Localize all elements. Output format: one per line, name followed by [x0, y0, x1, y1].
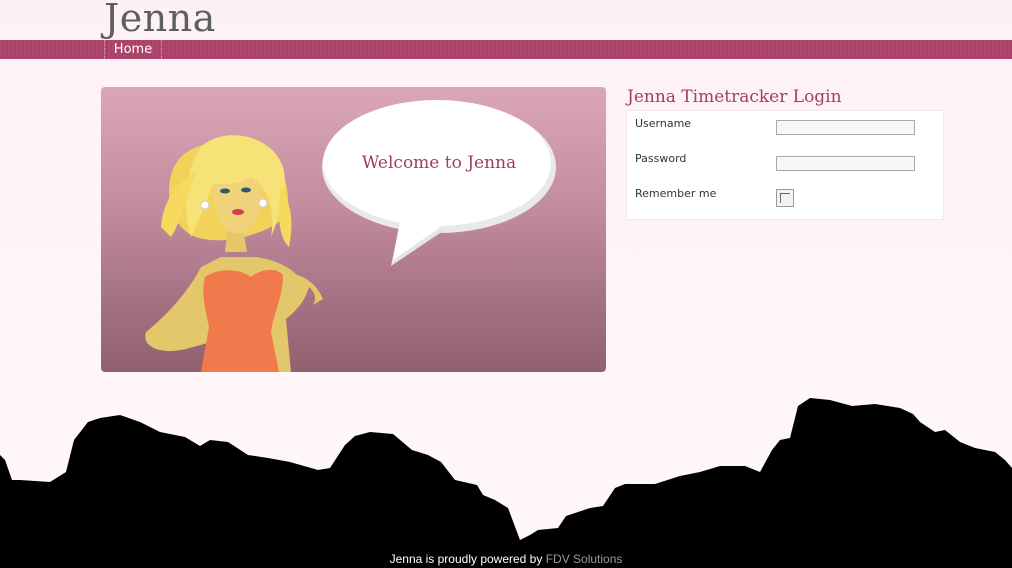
username-label: Username	[635, 117, 692, 130]
footer-text: Jenna is proudly powered by	[389, 552, 543, 566]
speech-bubble	[322, 100, 556, 266]
remember-me-checkbox[interactable]	[776, 189, 794, 207]
woman-figure	[145, 135, 323, 372]
password-label: Password	[635, 152, 687, 165]
nav-bar: Home	[0, 40, 1012, 59]
username-input[interactable]	[776, 120, 915, 135]
welcome-text: Welcome to Jenna	[361, 153, 517, 173]
banner-illustration	[145, 100, 556, 372]
city-skyline-silhouette	[0, 398, 1012, 568]
login-form: Username Password Remember me	[626, 110, 944, 220]
site-title: Jenna	[104, 0, 216, 40]
footer-link-fdv[interactable]: FDV Solutions	[546, 552, 623, 566]
welcome-banner	[101, 87, 606, 372]
remember-me-label: Remember me	[635, 187, 717, 200]
nav-item-home[interactable]: Home	[104, 40, 162, 59]
password-input[interactable]	[776, 156, 915, 171]
login-title: Jenna Timetracker Login	[627, 87, 842, 107]
footer: Jenna is proudly powered by FDV Solution…	[0, 552, 1012, 566]
